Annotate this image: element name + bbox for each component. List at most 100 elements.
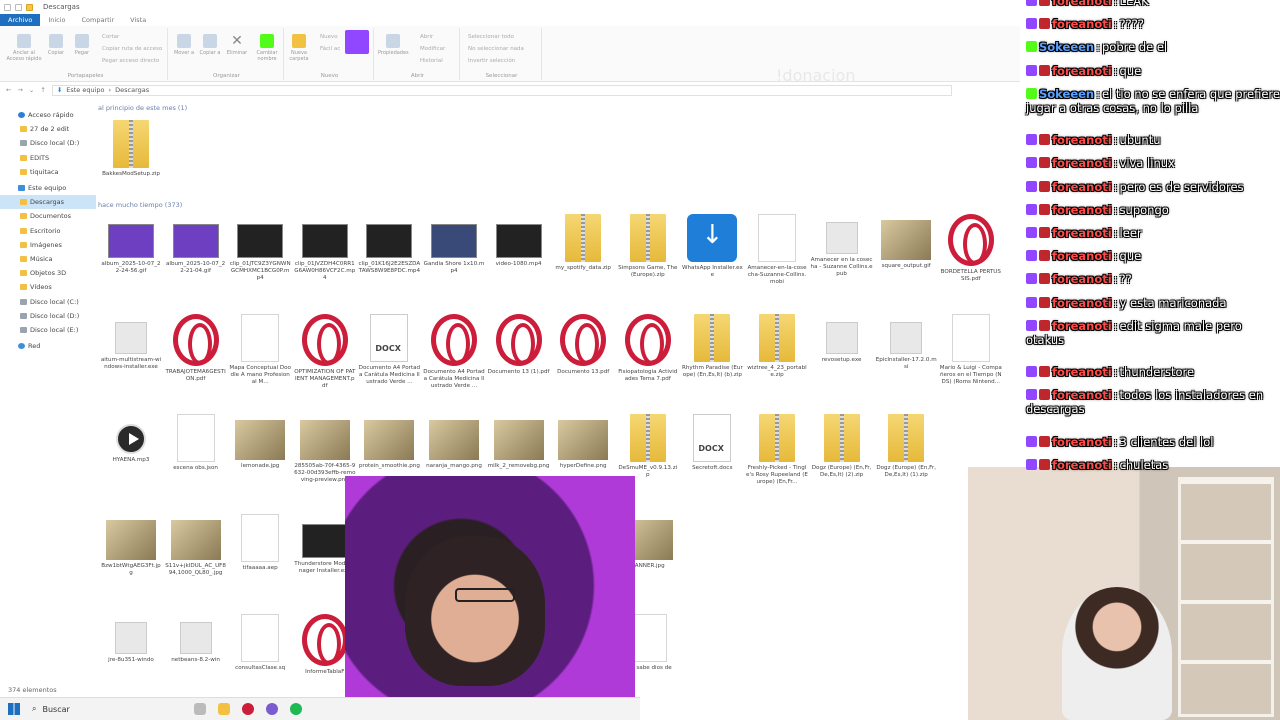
select-none-button[interactable]: No seleccionar nada (468, 46, 524, 52)
sidebar-item[interactable]: Objetos 3D (0, 266, 96, 280)
file-item[interactable]: clip_01K16J2E2ESZDATAWS8W9E8PDC.mp4 (358, 214, 420, 289)
app-icon[interactable] (266, 703, 278, 715)
file-item[interactable]: HYAENA.mp3 (100, 414, 162, 485)
file-item[interactable]: video-1080.mp4 (488, 214, 550, 289)
file-item[interactable]: Documento 13 (1).pdf (488, 314, 550, 397)
file-item[interactable]: my_spotify_data.zip (552, 214, 614, 293)
file-item[interactable]: square_output.gif (875, 214, 937, 291)
group-header-recent[interactable]: al principio de este mes (1) (98, 104, 195, 112)
sidebar-item[interactable]: Red (0, 339, 96, 353)
tab-compartir[interactable]: Compartir (74, 14, 123, 26)
sidebar-item[interactable]: 27 de 2 edit (0, 122, 96, 136)
properties-button[interactable]: Propiedades (378, 34, 409, 56)
file-item[interactable]: Simpsons Game, The (Europe).zip (617, 214, 679, 293)
up-icon[interactable]: ↑ (40, 86, 45, 94)
file-item[interactable]: DOCX Documento A4 Portada Carátula Medici… (358, 314, 420, 393)
breadcrumb-item[interactable]: Descargas (115, 86, 149, 94)
properties-icon[interactable] (4, 3, 11, 11)
opera-icon[interactable] (242, 703, 254, 715)
file-item[interactable]: album_2025-10-07_22-24-56.gif (100, 214, 162, 289)
breadcrumb[interactable]: ⬇ Este equipo › Descargas (51, 84, 952, 96)
file-item[interactable]: Dogz (Europe) (En,Fr,De,Es,It) (1).zip (875, 414, 937, 493)
task-view-icon[interactable] (194, 703, 206, 715)
copy-button[interactable]: Copiar (44, 34, 68, 56)
breadcrumb-item[interactable]: Este equipo (66, 86, 104, 94)
file-item[interactable]: Amanecer-en-la-cosecha-Suzanne-Collins.m… (746, 214, 808, 293)
sidebar-item[interactable]: Este equipo (0, 181, 96, 195)
sidebar-item[interactable]: Escritorio (0, 224, 96, 238)
file-item[interactable]: wiztree_4_23_portable.zip (746, 314, 808, 393)
file-item[interactable]: Bzw1btWtgAEG3Ft.jpg (100, 514, 162, 591)
history-button[interactable]: Historial (420, 58, 443, 64)
pin-button[interactable]: Anclar al Acceso rápido (6, 34, 42, 62)
tab-vista[interactable]: Vista (122, 14, 154, 26)
back-icon[interactable]: ← (6, 86, 11, 94)
file-item[interactable]: S11v+jkIDUL_AC_UF894,1000_QL80_.jpg (165, 514, 227, 591)
file-item[interactable]: Mapa Conceptual Doodle A mano Profesiona… (229, 314, 291, 393)
sidebar-item[interactable]: EDITS (0, 151, 96, 165)
sidebar-item[interactable]: Vídeos (0, 280, 96, 294)
file-item[interactable]: netbeans-8.2-win (165, 614, 227, 685)
file-item[interactable]: jre-8u351-windo (100, 614, 162, 685)
file-item[interactable]: consultasClase.sq (229, 614, 291, 693)
taskbar-search[interactable]: ⌕ Buscar (32, 700, 182, 718)
file-item[interactable]: album_2025-10-07_22-21-04.gif (165, 214, 227, 289)
delete-button[interactable]: ✕ Eliminar (224, 34, 250, 56)
modify-button[interactable]: Modificar (420, 46, 445, 52)
sidebar-item[interactable]: tiquitaca (0, 165, 96, 179)
file-item[interactable]: Rhythm Paradise (Europe) (En,Es,It) (b).… (681, 314, 743, 393)
paste-shortcut-button[interactable]: Pegar acceso directo (102, 58, 159, 64)
file-item[interactable]: Dogz (Europe) (En,Fr,De,Es,It) (2).zip (811, 414, 873, 493)
paste-button[interactable]: Pegar (70, 34, 94, 56)
file-item[interactable]: BakkesModSetup.zip (100, 120, 162, 199)
file-item[interactable]: tifaaaaa.aep (229, 514, 291, 593)
file-item[interactable]: revosetup.exe (811, 314, 873, 385)
file-item[interactable]: TRABAJOTEMA6GESTION.pdf (165, 314, 227, 397)
sidebar-item[interactable]: Acceso rápido (0, 108, 96, 122)
select-all-button[interactable]: Seleccionar todo (468, 34, 514, 40)
file-item[interactable]: WhatsApp Installer.exe (681, 214, 743, 293)
file-item[interactable]: Fisiopatología Actividades Tema 7.pdf (617, 314, 679, 397)
new-item-button[interactable]: Nuevo (320, 34, 338, 40)
sidebar-item[interactable]: Disco local (D:) (0, 136, 96, 150)
file-item[interactable]: Gandia Shore 1x10.mp4 (423, 214, 485, 289)
windows-start-icon[interactable] (8, 703, 20, 715)
open-button[interactable]: Abrir (420, 34, 433, 40)
new-folder-icon[interactable] (15, 3, 22, 11)
tab-archivo[interactable]: Archivo (0, 14, 41, 26)
file-explorer-icon[interactable] (218, 703, 230, 715)
new-folder-button[interactable]: Nueva carpeta (286, 34, 312, 62)
group-header-old[interactable]: hace mucho tiempo (373) (98, 201, 190, 209)
forward-icon[interactable]: → (17, 86, 22, 94)
copy-to-button[interactable]: Copiar a (198, 34, 222, 56)
file-item[interactable]: EpicInstaller-17.2.0.msi (875, 314, 937, 385)
file-item[interactable]: clip_01JTC9Z3YGNWNGCMHXMC1BCG0P.mp4 (229, 214, 291, 289)
sidebar-item[interactable]: Descargas (0, 195, 96, 210)
file-item[interactable]: DOCX Secretoft.docx (681, 414, 743, 493)
file-item[interactable]: Mario & Luigi - Compañeros en el Tiempo … (940, 314, 1002, 393)
file-item[interactable]: clip_01JVZDH4C0RR1G6AW0H86VCF2C.mp4 (294, 214, 356, 289)
move-button[interactable]: Mover a (172, 34, 196, 56)
sidebar-item[interactable]: Disco local (C:) (0, 294, 96, 308)
file-item[interactable]: Documento A4 Portada Carátula Medicina I… (423, 314, 485, 397)
sidebar-item[interactable]: Disco local (D:) (0, 309, 96, 323)
sidebar-item[interactable]: Disco local (E:) (0, 323, 96, 337)
tab-inicio[interactable]: Inicio (40, 14, 73, 26)
file-item[interactable]: Freshly-Picked - Tingle's Rosy Rupeeland… (746, 414, 808, 493)
file-item[interactable]: Amanecer en la cosecha - Suzanne Collins… (811, 214, 873, 285)
spotify-icon[interactable] (290, 703, 302, 715)
easy-access-button[interactable]: Fácil ac (320, 46, 340, 52)
recent-icon[interactable]: ⌄ (29, 86, 34, 94)
file-item[interactable]: aitum-multistream-windows-installer.exe (100, 314, 162, 385)
file-item[interactable]: OPTIMIZATION OF PATIENT MANAGEMENT.pdf (294, 314, 356, 397)
sidebar-item[interactable]: Imágenes (0, 238, 96, 252)
rename-button[interactable]: Cambiar nombre (252, 34, 282, 62)
file-item[interactable]: Documento 13.pdf (552, 314, 614, 397)
sidebar-item[interactable]: Música (0, 252, 96, 266)
copy-path-button[interactable]: Copiar ruta de acceso (102, 46, 162, 52)
file-item[interactable]: BORDETELLA PERTUSSIS.pdf (940, 214, 1002, 297)
file-item[interactable]: escena obs.json (165, 414, 227, 493)
cut-button[interactable]: Cortar (102, 34, 119, 40)
file-item[interactable]: lemonade.jpg (229, 414, 291, 491)
invert-selection-button[interactable]: Invertir selección (468, 58, 515, 64)
